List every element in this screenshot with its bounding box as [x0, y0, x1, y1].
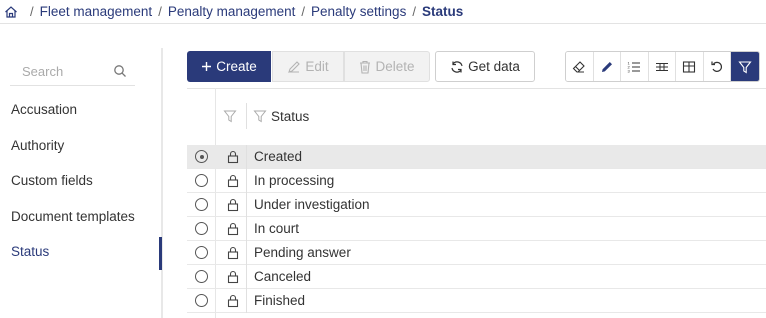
- plus-icon: [201, 61, 212, 72]
- row-filter-icon[interactable]: [223, 109, 237, 123]
- row-radio[interactable]: [195, 246, 208, 259]
- create-button[interactable]: Create: [187, 51, 271, 82]
- lock-icon: [226, 174, 240, 188]
- pencil-icon[interactable]: [593, 52, 621, 81]
- create-label: Create: [216, 59, 257, 74]
- search-input[interactable]: Search: [10, 58, 135, 86]
- filter-icon[interactable]: [731, 52, 759, 81]
- status-filter-icon[interactable]: [253, 109, 267, 123]
- breadcrumb-fleet-management[interactable]: Fleet management: [40, 4, 153, 19]
- column-divider: [246, 103, 247, 129]
- lock-icon: [226, 294, 240, 308]
- table-row[interactable]: In processing: [187, 169, 766, 193]
- view-tools-group: 123: [565, 51, 760, 82]
- sidebar-item-status[interactable]: Status: [11, 244, 49, 259]
- sidebar-active-indicator: [159, 237, 162, 270]
- svg-text:3: 3: [628, 68, 631, 73]
- status-column-header[interactable]: Status: [271, 109, 309, 124]
- rows-icon[interactable]: [648, 52, 676, 81]
- lock-icon: [226, 198, 240, 212]
- sidebar-item-document-templates[interactable]: Document templates: [11, 209, 135, 224]
- breadcrumb-separator: /: [158, 4, 162, 19]
- row-label: Under investigation: [254, 197, 370, 212]
- table-row[interactable]: Canceled: [187, 265, 766, 289]
- list-icon[interactable]: 123: [621, 52, 649, 81]
- eraser-icon[interactable]: [566, 52, 594, 81]
- row-radio-selected[interactable]: [195, 150, 208, 163]
- row-label: In processing: [254, 173, 335, 188]
- table-row[interactable]: Created: [187, 145, 766, 169]
- row-label: Finished: [254, 293, 306, 308]
- table-row[interactable]: Pending answer: [187, 241, 766, 265]
- sidebar: Search Accusation Authority Custom field…: [0, 48, 163, 318]
- breadcrumb-separator: /: [301, 4, 306, 19]
- table-body: Created In processing Under investigatio…: [187, 145, 766, 313]
- sidebar-item-custom-fields[interactable]: Custom fields: [11, 173, 93, 188]
- edit-icon: [287, 60, 301, 74]
- sidebar-item-accusation[interactable]: Accusation: [11, 102, 77, 117]
- row-radio[interactable]: [195, 198, 208, 211]
- lock-icon: [226, 222, 240, 236]
- row-label: Created: [254, 149, 303, 164]
- get-data-label: Get data: [468, 59, 520, 74]
- table-row[interactable]: Under investigation: [187, 193, 766, 217]
- row-label: In court: [254, 221, 300, 236]
- row-label: Canceled: [254, 269, 312, 284]
- search-icon[interactable]: [113, 64, 127, 78]
- breadcrumb-separator: /: [412, 4, 416, 19]
- delete-button[interactable]: Delete: [344, 51, 430, 82]
- table-row[interactable]: In court: [187, 217, 766, 241]
- edit-label: Edit: [305, 59, 329, 74]
- delete-label: Delete: [375, 59, 415, 74]
- get-data-button[interactable]: Get data: [435, 51, 535, 82]
- lock-icon: [226, 246, 240, 260]
- lock-icon: [226, 270, 240, 284]
- breadcrumb: / Fleet management / Penalty management …: [0, 0, 766, 24]
- table-header: Status: [187, 88, 766, 145]
- edit-button[interactable]: Edit: [272, 51, 344, 82]
- home-icon[interactable]: [4, 5, 18, 19]
- breadcrumb-status: Status: [421, 4, 464, 19]
- refresh-icon: [450, 60, 464, 74]
- reset-icon[interactable]: [703, 52, 731, 81]
- breadcrumb-separator: /: [30, 4, 34, 19]
- row-radio[interactable]: [195, 222, 208, 235]
- lock-icon: [226, 150, 240, 164]
- breadcrumb-penalty-management[interactable]: Penalty management: [168, 4, 296, 19]
- trash-icon: [359, 60, 371, 74]
- search-placeholder: Search: [22, 64, 64, 79]
- breadcrumb-penalty-settings[interactable]: Penalty settings: [311, 4, 406, 19]
- table-icon[interactable]: [676, 52, 704, 81]
- row-label: Pending answer: [254, 245, 351, 260]
- row-radio[interactable]: [195, 294, 208, 307]
- row-radio[interactable]: [195, 174, 208, 187]
- table-row[interactable]: Finished: [187, 289, 766, 313]
- sidebar-item-authority[interactable]: Authority: [11, 138, 64, 153]
- row-radio[interactable]: [195, 270, 208, 283]
